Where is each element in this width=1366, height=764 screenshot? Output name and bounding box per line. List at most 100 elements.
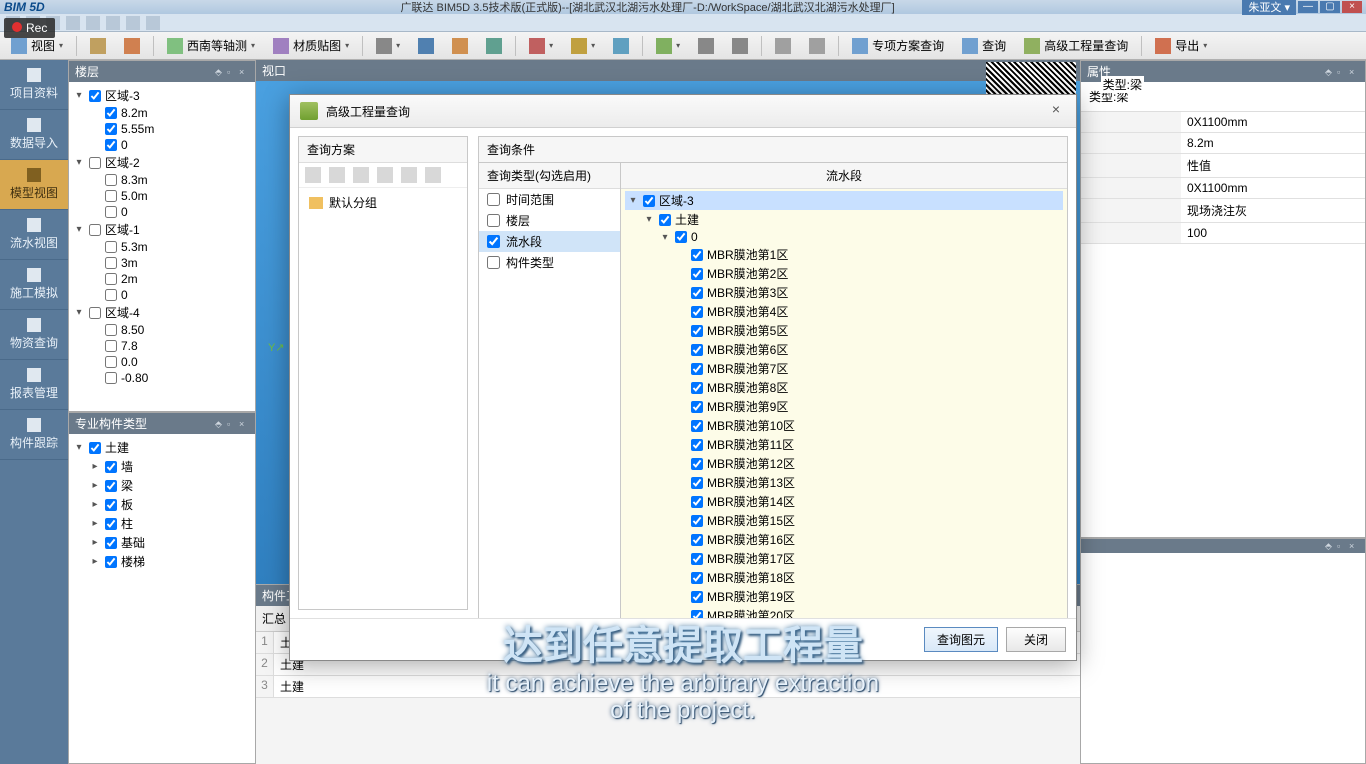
pin-icon[interactable]: ⬘ — [1325, 541, 1335, 551]
tree-checkbox[interactable] — [105, 273, 117, 285]
tool-button[interactable] — [411, 35, 441, 57]
tree-row[interactable]: ▸梁 — [71, 476, 253, 495]
qa-icon[interactable] — [66, 16, 80, 30]
tree-checkbox[interactable] — [105, 372, 117, 384]
minimize-button[interactable]: — — [1298, 1, 1318, 13]
tree-row[interactable]: MBR膜池第6区 — [625, 340, 1063, 359]
tree-checkbox[interactable] — [105, 461, 117, 473]
close-icon[interactable]: × — [239, 419, 249, 429]
tree-row[interactable]: MBR膜池第14区 — [625, 492, 1063, 511]
tree-row[interactable]: MBR膜池第18区 — [625, 568, 1063, 587]
advanced-query-button[interactable]: 高级工程量查询 — [1017, 34, 1135, 57]
down-icon[interactable] — [425, 167, 441, 183]
tree-checkbox[interactable] — [105, 241, 117, 253]
cond-checkbox[interactable] — [487, 193, 500, 206]
tree-checkbox[interactable] — [691, 591, 703, 603]
dialog-titlebar[interactable]: 高级工程量查询 × — [290, 95, 1076, 128]
close-button[interactable]: × — [1342, 1, 1362, 13]
tree-row[interactable]: MBR膜池第2区 — [625, 264, 1063, 283]
tree-row[interactable]: 8.2m — [71, 105, 253, 121]
tree-checkbox[interactable] — [105, 139, 117, 151]
tree-row[interactable]: ▾土建 — [71, 438, 253, 457]
condition-item[interactable]: 构件类型 — [479, 252, 620, 273]
expand-icon[interactable]: ▸ — [89, 518, 101, 529]
tree-row[interactable]: MBR膜池第8区 — [625, 378, 1063, 397]
tree-row[interactable]: MBR膜池第15区 — [625, 511, 1063, 530]
tree-row[interactable]: MBR膜池第20区 — [625, 606, 1063, 618]
tool-button[interactable]: ▾ — [369, 35, 407, 57]
tree-row[interactable]: MBR膜池第4区 — [625, 302, 1063, 321]
tree-row[interactable]: -0.80 — [71, 370, 253, 386]
tool-button[interactable] — [691, 35, 721, 57]
pin-icon[interactable]: ⬘ — [215, 419, 225, 429]
table-row[interactable]: 3土建 — [256, 676, 1080, 698]
maximize-button[interactable]: ▢ — [1320, 1, 1340, 13]
tree-row[interactable]: MBR膜池第16区 — [625, 530, 1063, 549]
tree-checkbox[interactable] — [691, 249, 703, 261]
nav-item-2[interactable]: 模型视图 — [0, 160, 68, 210]
copy-icon[interactable] — [329, 167, 345, 183]
tree-row[interactable]: 5.55m — [71, 121, 253, 137]
new-icon[interactable] — [305, 167, 321, 183]
tree-row[interactable]: ▾区域-3 — [71, 86, 253, 105]
tree-row[interactable]: 0 — [71, 204, 253, 220]
tree-row[interactable]: MBR膜池第17区 — [625, 549, 1063, 568]
tree-checkbox[interactable] — [89, 442, 101, 454]
tree-checkbox[interactable] — [89, 157, 101, 169]
tool-button[interactable] — [725, 35, 755, 57]
user-menu[interactable]: 朱亚文 ▾ — [1242, 0, 1296, 15]
tree-checkbox[interactable] — [691, 325, 703, 337]
tree-row[interactable]: ▾区域-2 — [71, 153, 253, 172]
tree-checkbox[interactable] — [89, 307, 101, 319]
nav-item-4[interactable]: 施工模拟 — [0, 260, 68, 310]
tool-button[interactable]: ▾ — [649, 35, 687, 57]
expand-icon[interactable]: ▸ — [89, 556, 101, 567]
tree-row[interactable]: MBR膜池第10区 — [625, 416, 1063, 435]
tree-checkbox[interactable] — [691, 458, 703, 470]
save-icon[interactable] — [353, 167, 369, 183]
expand-icon[interactable]: ▸ — [89, 499, 101, 510]
property-row[interactable]: 0X1100mm — [1081, 178, 1365, 199]
nav-item-7[interactable]: 构件跟踪 — [0, 410, 68, 460]
dock-icon[interactable]: ▫ — [1337, 541, 1347, 551]
tree-checkbox[interactable] — [691, 382, 703, 394]
tree-checkbox[interactable] — [691, 439, 703, 451]
close-icon[interactable]: × — [1349, 67, 1359, 77]
tree-row[interactable]: 2m — [71, 271, 253, 287]
tree-checkbox[interactable] — [105, 499, 117, 511]
expand-icon[interactable]: ▾ — [659, 232, 671, 243]
cond-checkbox[interactable] — [487, 256, 500, 269]
condition-item[interactable]: 时间范围 — [479, 189, 620, 210]
tree-row[interactable]: ▾区域-4 — [71, 303, 253, 322]
tree-row[interactable]: ▾土建 — [625, 210, 1063, 229]
default-group-item[interactable]: 默认分组 — [299, 188, 467, 217]
axon-dropdown[interactable]: 西南等轴测▾ — [160, 34, 262, 57]
tree-checkbox[interactable] — [105, 190, 117, 202]
tree-row[interactable]: ▸板 — [71, 495, 253, 514]
tree-checkbox[interactable] — [691, 610, 703, 619]
property-row[interactable]: 0X1100mm — [1081, 112, 1365, 133]
tree-row[interactable]: MBR膜池第3区 — [625, 283, 1063, 302]
cond-checkbox[interactable] — [487, 235, 500, 248]
tree-row[interactable]: 7.8 — [71, 338, 253, 354]
tree-checkbox[interactable] — [105, 206, 117, 218]
expand-icon[interactable]: ▾ — [73, 307, 85, 318]
floor-tree[interactable]: ▾区域-38.2m5.55m0▾区域-28.3m5.0m0▾区域-15.3m3m… — [69, 82, 255, 411]
cond-checkbox[interactable] — [487, 214, 500, 227]
nav-item-3[interactable]: 流水视图 — [0, 210, 68, 260]
tool-button[interactable] — [768, 35, 798, 57]
tree-row[interactable]: 8.50 — [71, 322, 253, 338]
close-icon[interactable]: × — [239, 67, 249, 77]
tool-button[interactable] — [445, 35, 475, 57]
query-elements-button[interactable]: 查询图元 — [924, 627, 998, 652]
tree-checkbox[interactable] — [691, 420, 703, 432]
section-button[interactable] — [117, 35, 147, 57]
tool-button[interactable]: ▾ — [564, 35, 602, 57]
nav-item-1[interactable]: 数据导入 — [0, 110, 68, 160]
property-row[interactable]: 性值 — [1081, 154, 1365, 178]
expand-icon[interactable]: ▸ — [89, 461, 101, 472]
pin-icon[interactable]: ⬘ — [1325, 67, 1335, 77]
tree-checkbox[interactable] — [89, 90, 101, 102]
property-row[interactable]: 100 — [1081, 223, 1365, 244]
tree-row[interactable]: MBR膜池第11区 — [625, 435, 1063, 454]
